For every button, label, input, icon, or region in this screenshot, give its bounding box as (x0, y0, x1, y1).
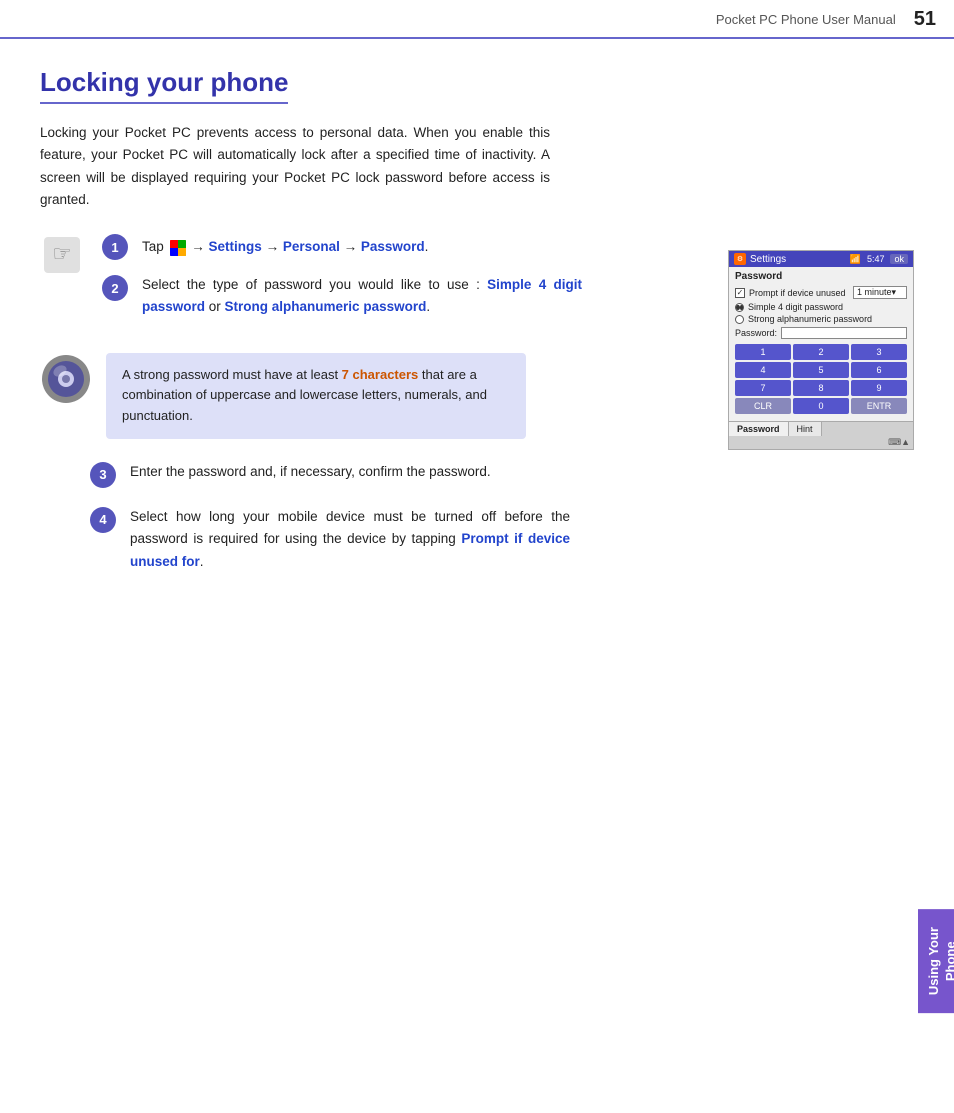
radio-simple-label: Simple 4 digit password (748, 302, 843, 312)
radio-simple[interactable] (735, 303, 744, 312)
step1-settings: Settings (209, 239, 262, 254)
step-number-1: 1 (102, 234, 128, 260)
numpad-1[interactable]: 1 (735, 344, 791, 360)
numpad-entr[interactable]: ENTR (851, 398, 907, 414)
page-header: Pocket PC Phone User Manual 51 (0, 0, 954, 39)
numpad-2[interactable]: 2 (793, 344, 849, 360)
radio-strong-row: Strong alphanumeric password (735, 314, 907, 324)
manual-title: Pocket PC Phone User Manual (716, 12, 896, 27)
ok-button[interactable]: ok (890, 254, 908, 264)
numpad-9[interactable]: 9 (851, 380, 907, 396)
step-2-row: 2 Select the type of password you would … (102, 274, 582, 319)
screenshot-title: Settings (750, 254, 786, 265)
step-4-row: 4 Select how long your mobile device mus… (90, 506, 830, 573)
svg-text:☞: ☞ (52, 241, 72, 266)
intro-paragraph: Locking your Pocket PC prevents access t… (40, 122, 550, 211)
radio-group: Simple 4 digit password Strong alphanume… (735, 302, 907, 324)
page-number: 51 (914, 8, 936, 31)
steps-area-3-4: 3 Enter the password and, if necessary, … (90, 461, 830, 573)
prompt-label: Prompt if device unused (749, 288, 853, 298)
prompt-row: ✓ Prompt if device unused 1 minute▾ (735, 286, 907, 299)
password-row: Password: (735, 327, 907, 339)
side-tab: Using Your Phone (918, 909, 954, 1013)
step1-personal: Personal (283, 239, 340, 254)
step-3-text: Enter the password and, if necessary, co… (130, 461, 491, 483)
step-3-row: 3 Enter the password and, if necessary, … (90, 461, 830, 488)
numpad-8[interactable]: 8 (793, 380, 849, 396)
screenshot-widget: ⚙ Settings 📶 5:47 ok Password ✓ Prompt i… (728, 250, 914, 450)
radio-simple-row: Simple 4 digit password (735, 302, 907, 312)
tip-characters: 7 characters (342, 367, 419, 382)
numpad-6[interactable]: 6 (851, 362, 907, 378)
step-1-row: ☞ 1 Tap → Settings → Personal → Password… (40, 233, 830, 337)
tab-hint[interactable]: Hint (789, 422, 822, 436)
prompt-dropdown[interactable]: 1 minute▾ (853, 286, 907, 299)
numpad-5[interactable]: 5 (793, 362, 849, 378)
step-number-4: 4 (90, 507, 116, 533)
screenshot-body: Password ✓ Prompt if device unused 1 min… (729, 267, 913, 421)
tip-area: A strong password must have at least 7 c… (40, 353, 830, 439)
radio-strong-label: Strong alphanumeric password (748, 314, 872, 324)
tip-box: A strong password must have at least 7 c… (106, 353, 526, 439)
step-2-text: Select the type of password you would li… (142, 274, 582, 319)
step2-strong: Strong alphanumeric password (225, 299, 427, 314)
password-input[interactable] (781, 327, 907, 339)
numpad-4[interactable]: 4 (735, 362, 791, 378)
tip-icon (40, 353, 92, 405)
settings-app-icon: ⚙ (734, 253, 746, 265)
time-display: 5:47 (867, 254, 885, 264)
step4-prompt: Prompt if device unused for (130, 531, 570, 568)
step1-password: Password (361, 239, 425, 254)
numpad-0[interactable]: 0 (793, 398, 849, 414)
titlebar-left: ⚙ Settings (734, 253, 786, 265)
screenshot-titlebar: ⚙ Settings 📶 5:47 ok (729, 251, 913, 267)
keyboard-icon: ⌨▲ (888, 437, 910, 448)
signal-icon: 📶 (850, 254, 861, 265)
screenshot-tabs: Password Hint (729, 421, 913, 436)
numpad: 1 2 3 4 5 6 7 8 9 CLR 0 ENTR (735, 344, 907, 414)
radio-strong[interactable] (735, 315, 744, 324)
page-heading: Locking your phone (40, 67, 288, 104)
step-4-text: Select how long your mobile device must … (130, 506, 570, 573)
numpad-7[interactable]: 7 (735, 380, 791, 396)
step-number-2: 2 (102, 275, 128, 301)
password-section-title: Password (735, 271, 907, 282)
step-1-text: Tap → Settings → Personal → Password. (142, 236, 428, 258)
titlebar-right: 📶 5:47 ok (850, 254, 908, 265)
step-number-3: 3 (90, 462, 116, 488)
password-label: Password: (735, 328, 777, 338)
screenshot-footer: ⌨▲ (729, 436, 913, 449)
tab-password[interactable]: Password (729, 422, 789, 436)
finger-pointer-icon: ☞ (40, 233, 84, 277)
numpad-clr[interactable]: CLR (735, 398, 791, 414)
prompt-checkbox[interactable]: ✓ (735, 288, 745, 298)
numpad-3[interactable]: 3 (851, 344, 907, 360)
